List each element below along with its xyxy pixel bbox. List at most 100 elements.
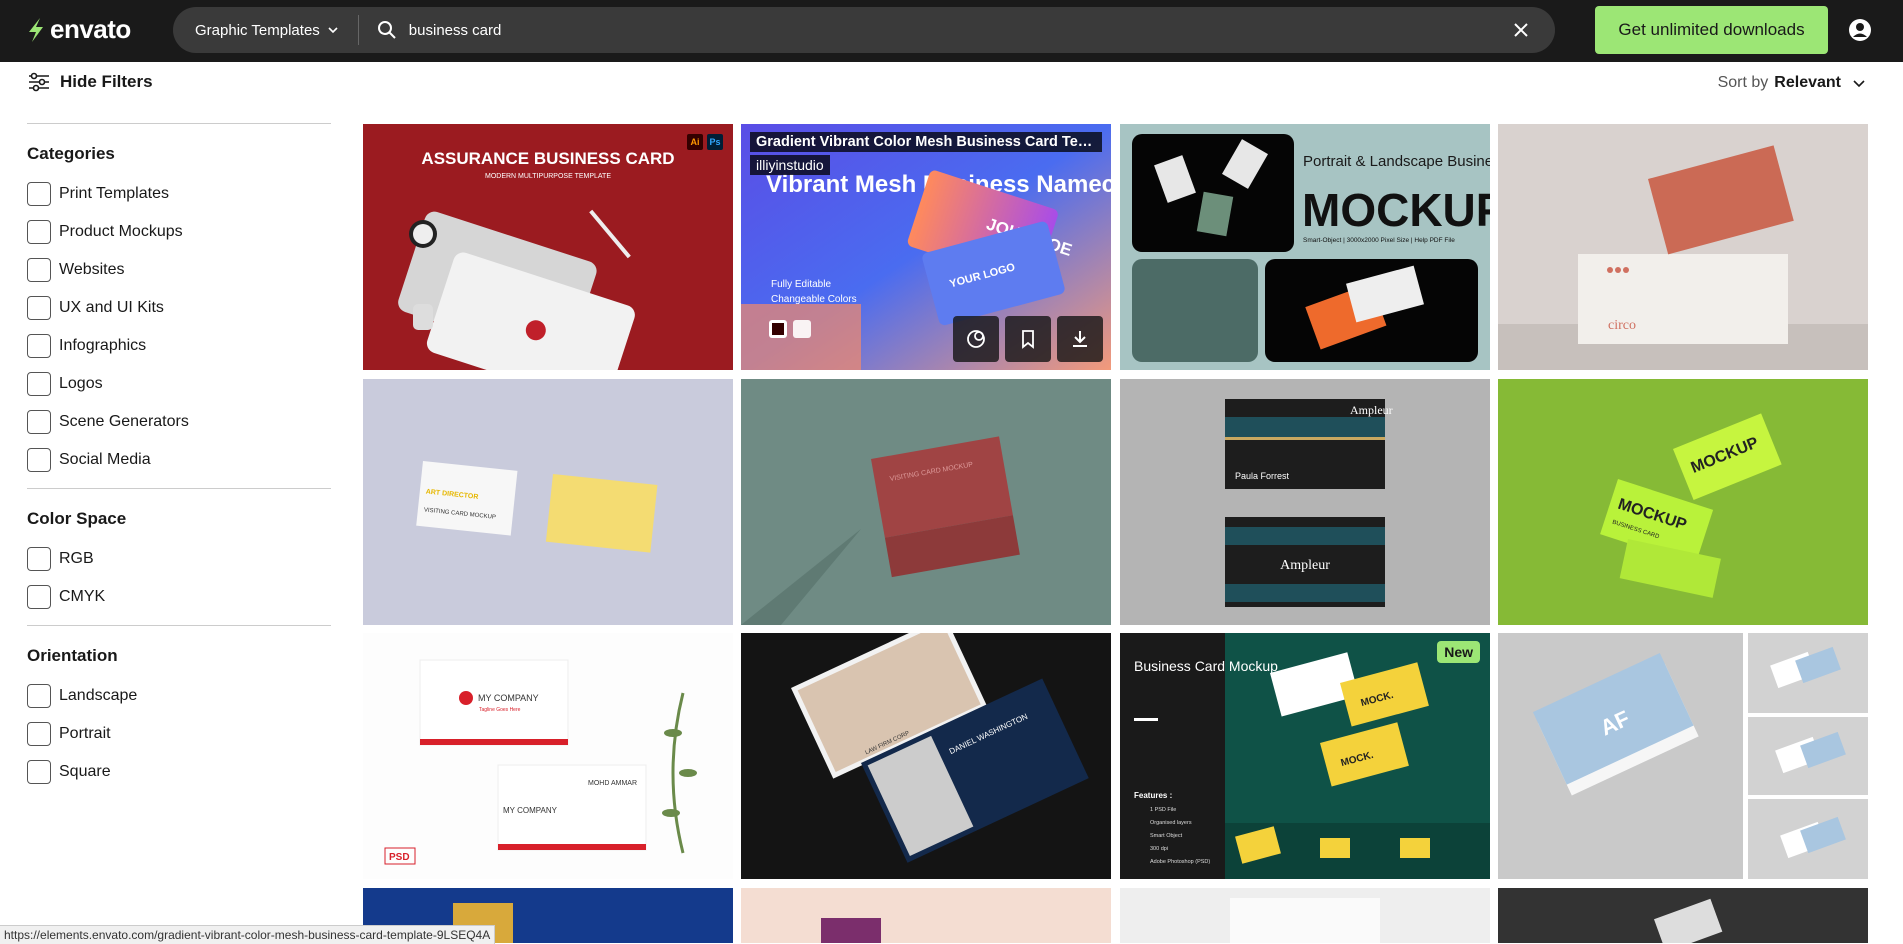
result-card[interactable]: Portrait & Landscape Business Card MOCKU… bbox=[1120, 124, 1490, 370]
card-thumbnail: Portrait & Landscape Business Card MOCKU… bbox=[1120, 124, 1490, 370]
result-card[interactable] bbox=[741, 888, 1111, 943]
checkbox[interactable] bbox=[27, 258, 51, 282]
result-card[interactable] bbox=[1498, 888, 1868, 943]
download-icon bbox=[1073, 331, 1087, 347]
filter-option-label: Infographics bbox=[59, 337, 147, 354]
result-card[interactable]: Business Card Mockup Features : 1 PSD Fi… bbox=[1120, 633, 1490, 879]
thumb-list-item: 1 PSD File bbox=[1150, 807, 1176, 813]
envato-logo[interactable]: envato bbox=[26, 14, 131, 45]
envato-leaf-icon bbox=[29, 17, 43, 42]
thumb-list-item: Adobe Photoshop (PSD) bbox=[1150, 859, 1210, 865]
checkbox[interactable] bbox=[27, 448, 51, 472]
checkbox[interactable] bbox=[27, 722, 51, 746]
filter-group-orientation: Orientation Landscape Portrait Square bbox=[27, 646, 331, 800]
filter-group-color-space: Color Space RGB CMYK bbox=[27, 509, 331, 625]
thumb-brand: Ampleur bbox=[1350, 403, 1393, 417]
sort-prefix: Sort by bbox=[1717, 74, 1769, 91]
result-card[interactable] bbox=[1120, 888, 1490, 943]
filter-option-label: Websites bbox=[59, 261, 125, 278]
card-author[interactable]: illiyinstudio bbox=[750, 155, 830, 175]
chevron-down-icon bbox=[328, 27, 338, 34]
result-card[interactable]: MOCKUP BUSINESS CARD MOCKUP bbox=[1498, 379, 1868, 625]
filter-group-title: Color Space bbox=[27, 509, 127, 528]
format-tag: PSD bbox=[389, 852, 410, 863]
similar-search-icon bbox=[967, 330, 985, 348]
result-card[interactable]: LAW FIRM CORP DANIEL WASHINGTON bbox=[741, 633, 1111, 879]
filter-option-label: Landscape bbox=[59, 687, 138, 704]
search-input[interactable] bbox=[408, 21, 1511, 39]
ai-image-button[interactable] bbox=[953, 316, 999, 362]
filter-option-label: Scene Generators bbox=[59, 413, 189, 430]
filter-sliders-icon bbox=[29, 72, 49, 92]
result-card[interactable]: circo bbox=[1498, 124, 1868, 370]
thumb-name: MOHD AMMAR bbox=[588, 780, 637, 787]
card-title[interactable]: Gradient Vibrant Color Mesh Business Car… bbox=[750, 132, 1102, 152]
card-thumbnail: MOCKUP BUSINESS CARD MOCKUP bbox=[1498, 379, 1868, 625]
result-card[interactable]: MY COMPANY Tagline Goes Here MY COMPANY … bbox=[363, 633, 733, 879]
filter-option-label: Social Media bbox=[59, 451, 151, 468]
hide-filters-label: Hide Filters bbox=[60, 72, 153, 91]
filter-option-label: Product Mockups bbox=[59, 223, 183, 240]
account-icon[interactable] bbox=[1848, 18, 1872, 42]
sort-dropdown[interactable]: Sort by Relevant bbox=[1718, 74, 1865, 92]
result-card[interactable]: Ampleur Paula Forrest Ampleur bbox=[1120, 379, 1490, 625]
result-card[interactable]: AF bbox=[1498, 633, 1868, 879]
category-label: Graphic Templates bbox=[195, 21, 320, 39]
illustrator-format-badge: Ai bbox=[687, 134, 703, 150]
result-card[interactable]: ASSURANCE BUSINESS CARD MODERN MULTIPURP… bbox=[363, 124, 733, 370]
bookmark-button[interactable] bbox=[1005, 316, 1051, 362]
card-thumbnail: AF bbox=[1498, 633, 1868, 879]
filter-option-cmyk[interactable]: CMYK bbox=[27, 573, 331, 621]
filter-option-label: Square bbox=[59, 763, 111, 780]
thumb-subtitle: MODERN MULTIPURPOSE TEMPLATE bbox=[485, 173, 611, 180]
checkbox[interactable] bbox=[27, 684, 51, 708]
card-thumbnail: circo bbox=[1498, 124, 1868, 370]
filter-option-label: Portrait bbox=[59, 725, 111, 742]
category-dropdown[interactable]: Graphic Templates bbox=[173, 15, 359, 45]
checkbox[interactable] bbox=[27, 410, 51, 434]
result-card[interactable]: ART DIRECTOR VISITING CARD MOCKUP bbox=[363, 379, 733, 625]
filters-sidebar: Categories Print Templates Product Mocku… bbox=[27, 123, 331, 800]
sort-value: Relevant bbox=[1774, 74, 1841, 91]
thumb-bullet: Fully Editable bbox=[771, 279, 831, 290]
thumb-brand: circo bbox=[1608, 318, 1636, 333]
result-card[interactable]: VISITING CARD MOCKUP bbox=[741, 379, 1111, 625]
checkbox[interactable] bbox=[27, 547, 51, 571]
filter-group-title: Orientation bbox=[27, 646, 118, 665]
logo-text: envato bbox=[50, 14, 131, 44]
filter-option-label: Print Templates bbox=[59, 185, 169, 202]
thumb-subtitle: Smart-Object | 3000x2000 Pixel Size | He… bbox=[1303, 237, 1455, 244]
checkbox[interactable] bbox=[27, 182, 51, 206]
search-icon bbox=[377, 21, 396, 39]
filter-option-social-media[interactable]: Social Media bbox=[27, 436, 331, 484]
filter-option-label: CMYK bbox=[59, 588, 106, 605]
card-thumbnail: VISITING CARD MOCKUP bbox=[741, 379, 1111, 625]
thumb-list-item: Organised layers bbox=[1150, 820, 1192, 826]
close-icon[interactable] bbox=[1511, 20, 1531, 40]
thumb-title: MY COMPANY bbox=[503, 806, 558, 815]
checkbox[interactable] bbox=[27, 296, 51, 320]
checkbox[interactable] bbox=[27, 220, 51, 244]
checkbox[interactable] bbox=[27, 372, 51, 396]
filter-option-square[interactable]: Square bbox=[27, 748, 331, 796]
status-bar-url: https://elements.envato.com/gradient-vib… bbox=[0, 925, 496, 944]
card-thumbnail: Ampleur Paula Forrest Ampleur bbox=[1120, 379, 1490, 625]
checkbox[interactable] bbox=[27, 334, 51, 358]
download-button[interactable] bbox=[1057, 316, 1103, 362]
get-unlimited-downloads-button[interactable]: Get unlimited downloads bbox=[1595, 6, 1828, 54]
thumb-title: Portrait & Landscape Business Card bbox=[1303, 153, 1490, 170]
checkbox[interactable] bbox=[27, 760, 51, 784]
card-thumbnail: ASSURANCE BUSINESS CARD MODERN MULTIPURP… bbox=[363, 124, 733, 370]
thumb-subtitle: Paula Forrest bbox=[1235, 471, 1290, 481]
card-thumbnail: LAW FIRM CORP DANIEL WASHINGTON bbox=[741, 633, 1111, 879]
checkbox[interactable] bbox=[27, 585, 51, 609]
new-badge: New bbox=[1437, 641, 1480, 663]
result-card-hovered[interactable]: Vibrant Mesh Business Namecard Fully Edi… bbox=[741, 124, 1111, 370]
hide-filters-button[interactable]: Hide Filters bbox=[28, 72, 153, 92]
card-actions bbox=[953, 316, 1103, 362]
format-badges: Ai Ps bbox=[687, 134, 723, 150]
photoshop-format-badge: Ps bbox=[707, 134, 723, 150]
card-thumbnail bbox=[1120, 888, 1490, 943]
divider bbox=[27, 488, 331, 489]
thumb-bullet: Changeable Colors bbox=[771, 294, 857, 305]
